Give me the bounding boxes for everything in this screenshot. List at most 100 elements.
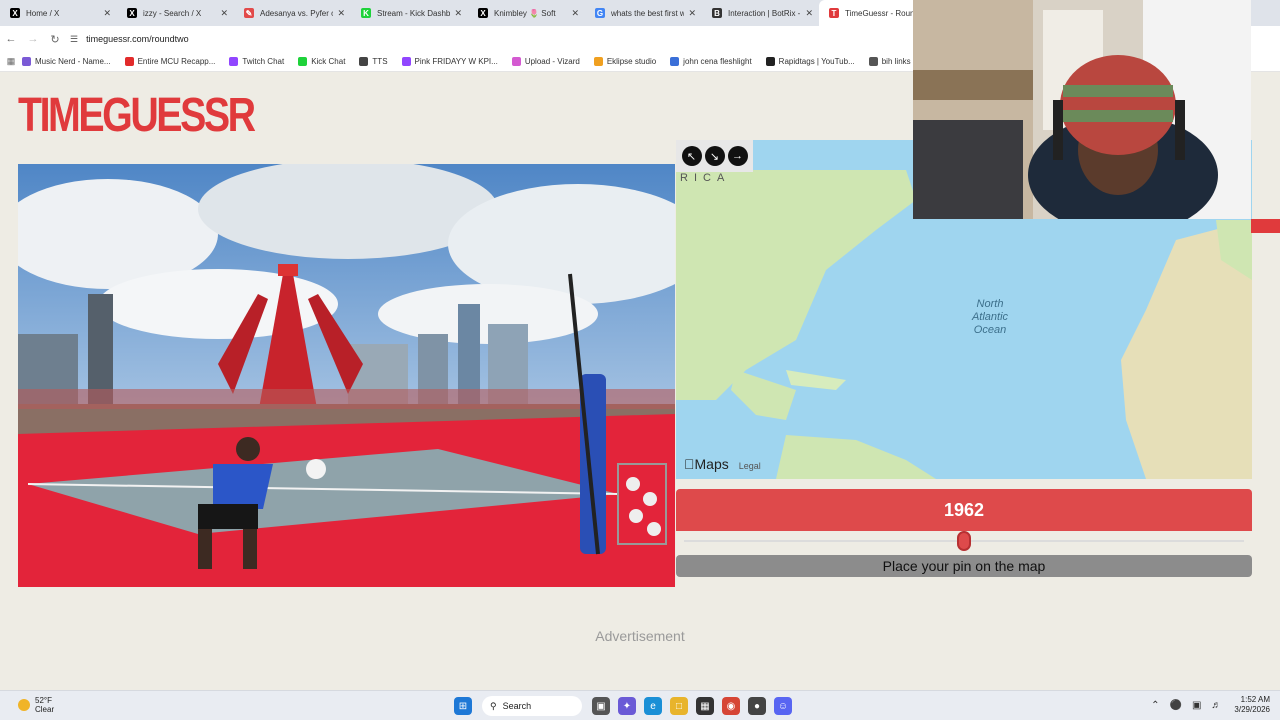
url-text: timeguessr.com/roundtwo	[86, 34, 189, 44]
close-tab-icon[interactable]: ✕	[103, 8, 111, 19]
tab-title: Adesanya vs. Pyfer od	[260, 8, 334, 18]
place-pin-button[interactable]: Place your pin on the map	[676, 555, 1252, 577]
map-region-label: RICA	[680, 172, 731, 184]
vizard-icon	[511, 57, 521, 66]
bookmark-item[interactable]: Rapidtags | YouTub...	[765, 57, 855, 66]
site-info-icon[interactable]: ☰	[70, 34, 78, 45]
browser-tab[interactable]: Gwhats the best first w ✕	[585, 0, 702, 26]
bookmark-item[interactable]: Kick Chat	[298, 57, 345, 66]
bookmark-label: Eklipse studio	[606, 57, 657, 66]
tab-title: whats the best first w	[611, 8, 685, 18]
browser-tab[interactable]: B Interaction | BotRix - ✕	[702, 0, 819, 26]
advertisement-label: Advertisement	[595, 628, 685, 644]
system-tray: ⌃ ⚫ ▣ ♬ 1:52 AM 3/29/2026	[1146, 695, 1270, 715]
microphone-icon[interactable]: ⚫	[1170, 700, 1182, 711]
browser-tab[interactable]: X Knimbley 🌷 Soft ✕	[468, 0, 585, 26]
browser-tab[interactable]: X Home / X ✕	[0, 0, 117, 26]
year-display: 1962	[676, 489, 1252, 531]
weather-widget[interactable]: 52°F Clear	[18, 696, 54, 714]
clock[interactable]: 1:52 AM 3/29/2026	[1234, 695, 1270, 715]
screen: X Home / X ✕ Xizzy - Search / X ✕ ✎ Adesanya v…	[0, 0, 1280, 720]
bookmark-label: Twitch Chat	[242, 57, 285, 66]
round-photo	[18, 164, 675, 587]
bookmark-label: Entire MCU Recapp...	[137, 57, 216, 66]
bookmark-item[interactable]: Music Nerd - Name...	[22, 57, 111, 66]
x-logo-icon: X	[10, 8, 20, 18]
x-logo-icon: X	[127, 8, 137, 18]
year-slider[interactable]	[676, 531, 1252, 551]
search-icon: ⚲	[490, 700, 497, 711]
apps-grid-icon[interactable]: ▦	[0, 56, 22, 67]
browser-tab[interactable]: K Stream - Kick Dashbo ✕	[351, 0, 468, 26]
tab-title: Knimbley 🌷 Soft	[494, 8, 556, 18]
twitch-icon	[401, 57, 411, 66]
bookmark-item[interactable]: Eklipse studio	[593, 57, 657, 66]
bookmark-item[interactable]: bih links	[868, 57, 911, 66]
bookmark-item[interactable]: Pink FRIDAYY W KPI...	[401, 57, 498, 66]
tab-title: Home / X	[26, 8, 60, 18]
webcam-overlay	[913, 0, 1251, 219]
twitch-icon	[229, 57, 239, 66]
overlay-accent	[1251, 219, 1280, 233]
weather-temp: 52°F	[35, 696, 52, 705]
clock-date: 3/29/2026	[1234, 705, 1270, 714]
pen-icon: ✎	[244, 8, 254, 18]
tab-title: izzy - Search / X	[143, 8, 202, 18]
close-tab-icon[interactable]: ✕	[571, 8, 579, 19]
network-icon[interactable]: ▣	[1192, 700, 1201, 711]
eklipse-icon	[593, 57, 603, 66]
back-icon[interactable]: ←	[0, 33, 22, 45]
copilot-icon[interactable]: ✦	[618, 697, 636, 715]
task-view-icon[interactable]: ▣	[592, 697, 610, 715]
chevron-up-icon[interactable]: ⌃	[1151, 700, 1159, 711]
google-icon: G	[595, 8, 605, 18]
rapidtags-icon	[765, 57, 775, 66]
close-tab-icon[interactable]: ✕	[805, 8, 813, 19]
file-explorer-icon[interactable]: □	[670, 697, 688, 715]
bookmark-item[interactable]: Entire MCU Recapp...	[124, 57, 216, 66]
shrink-map-icon[interactable]: ↘	[704, 146, 725, 166]
taskbar-search-label: Search	[502, 701, 532, 711]
close-tab-icon[interactable]: ✕	[688, 8, 696, 19]
legal-link[interactable]: Legal	[739, 461, 761, 471]
year-slider-thumb[interactable]	[957, 531, 971, 551]
weather-moon-icon	[18, 699, 30, 711]
bookmark-item[interactable]: Upload - Vizard	[511, 57, 580, 66]
url-field[interactable]: ☰ timeguessr.com/roundtwo	[70, 34, 189, 45]
weather-condition: Clear	[35, 705, 55, 714]
bookmark-item[interactable]: TTS	[359, 57, 388, 66]
pin-map-icon[interactable]: →	[727, 146, 748, 166]
windows-start-icon[interactable]: ⊞	[454, 697, 472, 715]
tts-icon	[359, 57, 369, 66]
apple-maps-logo: Maps Legal	[684, 456, 761, 472]
timeguessr-logo[interactable]: TIMEGUESSR	[18, 86, 256, 146]
chrome-icon[interactable]: ◉	[722, 697, 740, 715]
forward-icon[interactable]: →	[22, 33, 44, 45]
browser-tab[interactable]: Xizzy - Search / X ✕	[117, 0, 234, 26]
youtube-icon	[124, 57, 134, 66]
reload-icon[interactable]: ↻	[44, 33, 66, 46]
botrix-icon: B	[712, 8, 722, 18]
store-icon[interactable]: ▦	[696, 697, 714, 715]
taskbar-search[interactable]: ⚲ Search	[482, 696, 582, 716]
browser-tab[interactable]: ✎ Adesanya vs. Pyfer od ✕	[234, 0, 351, 26]
close-tab-icon[interactable]: ✕	[454, 8, 462, 19]
bookmark-label: Upload - Vizard	[524, 57, 580, 66]
close-tab-icon[interactable]: ✕	[220, 8, 228, 19]
close-tab-icon[interactable]: ✕	[337, 8, 345, 19]
taskbar-apps: ⊞ ⚲ Search ▣ ✦ e □ ▦ ◉ ● ☺	[450, 694, 796, 718]
expand-map-icon[interactable]: ↖	[681, 146, 702, 166]
bookmark-label: Pink FRIDAYY W KPI...	[414, 57, 498, 66]
timeguessr-icon: T	[829, 8, 839, 18]
obs-icon[interactable]: ●	[748, 697, 766, 715]
x-logo-icon: X	[478, 8, 488, 18]
bookmark-label: john cena fleshlight	[683, 57, 752, 66]
globe-icon	[868, 57, 878, 66]
bookmark-item[interactable]: Twitch Chat	[229, 57, 284, 66]
edge-icon[interactable]: e	[644, 697, 662, 715]
bookmark-item[interactable]: john cena fleshlight	[670, 57, 752, 66]
volume-icon[interactable]: ♬	[1211, 700, 1221, 711]
discord-icon[interactable]: ☺	[774, 697, 792, 715]
search-icon	[670, 57, 680, 66]
tab-title: Stream - Kick Dashbo	[377, 8, 451, 18]
